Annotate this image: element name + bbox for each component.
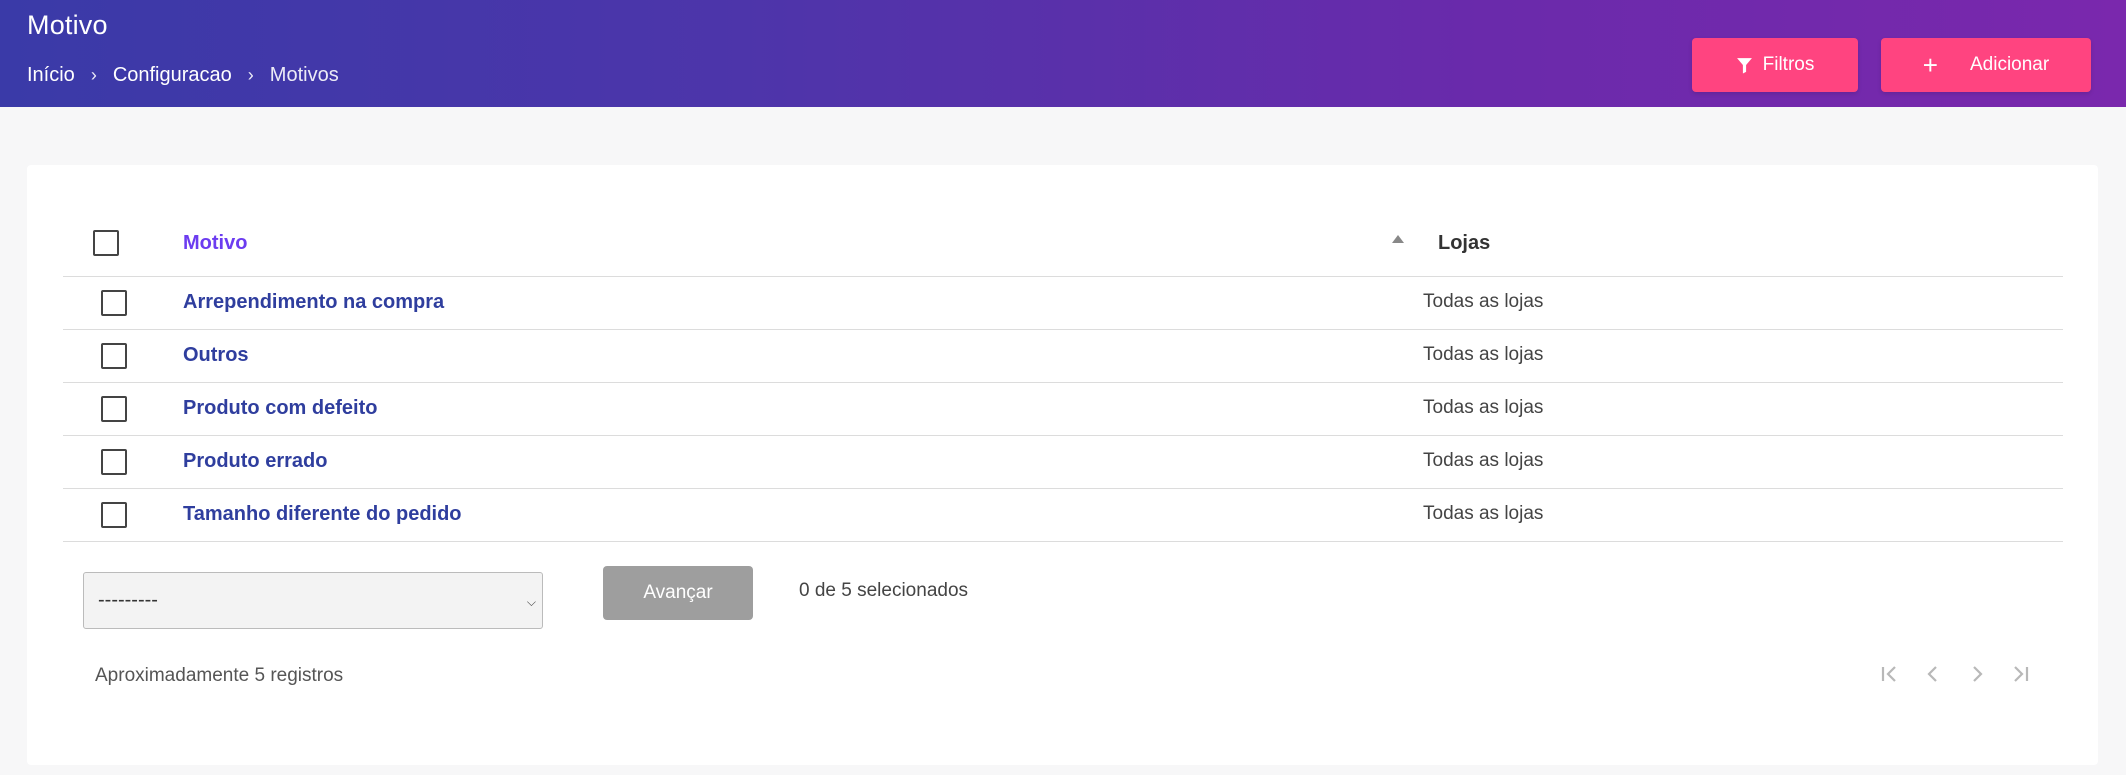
breadcrumb-configuracao[interactable]: Configuracao [113, 64, 232, 87]
row-lojas: Todas as lojas [1423, 397, 1544, 418]
breadcrumb-inicio[interactable]: Início [27, 64, 75, 87]
records-count: Aproximadamente 5 registros [95, 665, 344, 686]
row-checkbox[interactable] [101, 449, 127, 475]
top-header: Motivo Início › Configuracao › Motivos F… [0, 0, 2126, 107]
row-checkbox[interactable] [101, 396, 127, 422]
row-motivo-link[interactable]: Outros [183, 344, 249, 367]
bulk-action-value: --------- [98, 589, 158, 611]
column-header-motivo[interactable]: Motivo [183, 232, 247, 255]
table-row: Arrependimento na compra Todas as lojas [63, 277, 2063, 330]
column-header-lojas[interactable]: Lojas [1438, 232, 1490, 255]
table-header: Motivo Lojas [63, 210, 2063, 277]
row-motivo-link[interactable]: Arrependimento na compra [183, 291, 444, 314]
row-lojas: Todas as lojas [1423, 291, 1544, 312]
bulk-action-select[interactable]: --------- ⌵ [83, 572, 543, 629]
table-row: Tamanho diferente do pedido Todas as loj… [63, 489, 2063, 542]
filter-button-label: Filtros [1762, 54, 1815, 75]
breadcrumb: Início › Configuracao › Motivos [27, 64, 339, 87]
add-button-label: Adicionar [1969, 54, 2050, 75]
row-lojas: Todas as lojas [1423, 450, 1544, 471]
row-checkbox[interactable] [101, 343, 127, 369]
page-title: Motivo [27, 10, 108, 40]
filter-button[interactable]: Filtros [1692, 38, 1858, 92]
row-motivo-link[interactable]: Produto errado [183, 450, 327, 473]
filter-icon [1736, 57, 1753, 74]
plus-icon: + [1922, 50, 1938, 80]
chevron-right-icon: › [247, 65, 254, 85]
selected-count: 0 de 5 selecionados [799, 580, 969, 601]
row-lojas: Todas as lojas [1423, 503, 1544, 524]
select-all-checkbox[interactable] [93, 230, 119, 256]
next-page-icon[interactable] [1963, 660, 1991, 688]
row-checkbox[interactable] [101, 290, 127, 316]
content-card: Motivo Lojas Arrependimento na compra To… [27, 165, 2098, 765]
last-page-icon[interactable] [2007, 660, 2035, 688]
sort-up-icon[interactable] [1392, 235, 1404, 243]
breadcrumb-motivos: Motivos [269, 64, 339, 86]
pagination [1875, 660, 2035, 688]
table-row: Produto com defeito Todas as lojas [63, 383, 2063, 436]
row-checkbox[interactable] [101, 502, 127, 528]
table-row: Outros Todas as lojas [63, 330, 2063, 383]
prev-page-icon[interactable] [1919, 660, 1947, 688]
chevron-down-icon: ⌵ [526, 595, 536, 609]
chevron-right-icon: › [90, 65, 97, 85]
row-lojas: Todas as lojas [1423, 344, 1544, 365]
row-motivo-link[interactable]: Tamanho diferente do pedido [183, 503, 462, 526]
advance-button[interactable]: Avançar [603, 566, 753, 620]
first-page-icon[interactable] [1875, 660, 1903, 688]
add-button[interactable]: + Adicionar [1881, 38, 2091, 92]
table-row: Produto errado Todas as lojas [63, 436, 2063, 489]
row-motivo-link[interactable]: Produto com defeito [183, 397, 377, 420]
motivos-table: Motivo Lojas Arrependimento na compra To… [63, 210, 2063, 542]
